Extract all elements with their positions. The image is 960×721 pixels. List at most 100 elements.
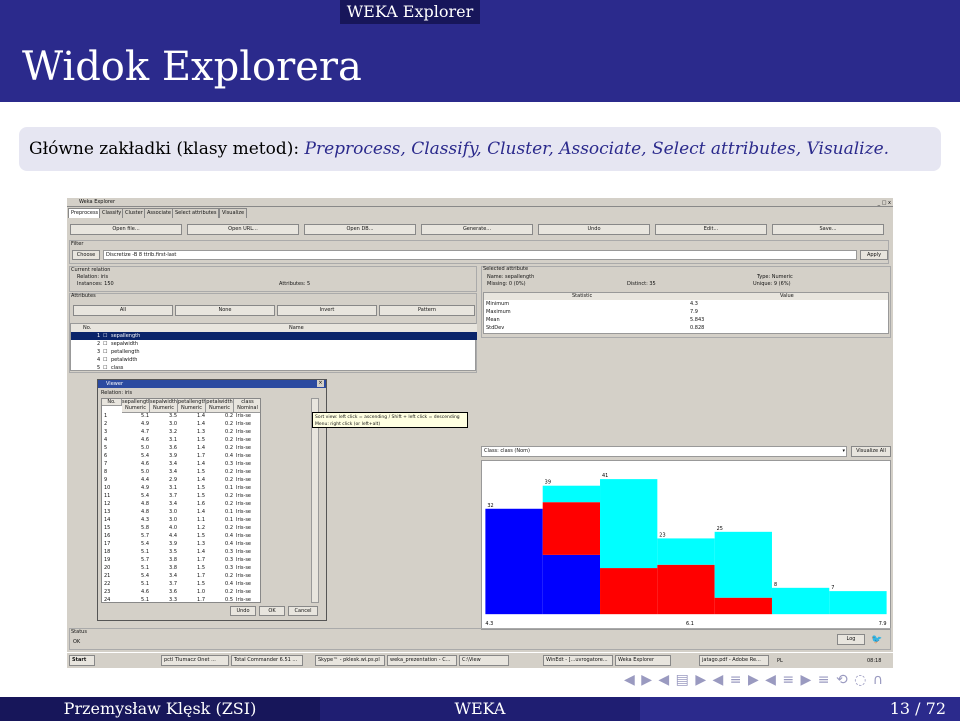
filter-field[interactable]: Discretize -B 8 ttrib.first-last: [103, 250, 857, 260]
viewer-cell[interactable]: 1.4: [180, 549, 205, 556]
viewer-cell[interactable]: 4.8: [124, 509, 149, 516]
viewer-cell[interactable]: 4.7: [124, 429, 149, 436]
table-row[interactable]: 5 ☐ class: [71, 364, 477, 372]
viewer-cell[interactable]: 1.4: [180, 421, 205, 428]
pattern-button[interactable]: Pattern: [379, 305, 475, 316]
taskbar-item[interactable]: C:\View: [459, 655, 509, 666]
viewer-cell[interactable]: 24: [104, 597, 121, 602]
start-button[interactable]: Start: [69, 655, 95, 666]
viewer-cell[interactable]: 1.4: [180, 413, 205, 420]
viewer-cell[interactable]: 4.6: [124, 437, 149, 444]
viewer-cell[interactable]: 2: [104, 421, 121, 428]
viewer-cell[interactable]: 9: [104, 477, 121, 484]
viewer-cell[interactable]: 1.4: [180, 461, 205, 468]
viewer-cell[interactable]: 4.6: [124, 589, 149, 596]
viewer-cell[interactable]: 18: [104, 549, 121, 556]
viewer-cell[interactable]: 3.4: [152, 501, 177, 508]
viewer-cell[interactable]: 20: [104, 565, 121, 572]
viewer-cell[interactable]: 0.2: [208, 525, 233, 532]
section-tab[interactable]: WEKA Explorer: [340, 0, 480, 24]
viewer-cell[interactable]: Iris-se: [236, 557, 260, 564]
generate-button[interactable]: Generate...: [421, 224, 533, 235]
viewer-cell[interactable]: 0.1: [208, 517, 233, 524]
viewer-cell[interactable]: 23: [104, 589, 121, 596]
viewer-cell[interactable]: 4: [104, 437, 121, 444]
viewer-cell[interactable]: 0.4: [208, 581, 233, 588]
none-button[interactable]: None: [175, 305, 275, 316]
language-indicator[interactable]: PL: [777, 658, 783, 664]
checkbox-icon[interactable]: ☐: [103, 340, 107, 348]
col-value[interactable]: Value: [780, 293, 794, 299]
viewer-cell[interactable]: Iris-se: [236, 477, 260, 484]
viewer-cell[interactable]: 0.2: [208, 469, 233, 476]
viewer-cell[interactable]: 1.4: [180, 477, 205, 484]
viewer-cell[interactable]: Iris-se: [236, 469, 260, 476]
viewer-cell[interactable]: 7: [104, 461, 121, 468]
viewer-cell[interactable]: 15: [104, 525, 121, 532]
viewer-cell[interactable]: 16: [104, 533, 121, 540]
viewer-cell[interactable]: Iris-se: [236, 565, 260, 572]
tab-associate[interactable]: Associate: [144, 208, 174, 218]
viewer-cell[interactable]: 5.0: [124, 445, 149, 452]
viewer-cell[interactable]: 5.4: [124, 493, 149, 500]
viewer-cell[interactable]: 11: [104, 493, 121, 500]
viewer-cell[interactable]: Iris-se: [236, 453, 260, 460]
table-row[interactable]: 2 ☐ sepalwidth: [71, 340, 477, 348]
viewer-cell[interactable]: 3.9: [152, 541, 177, 548]
viewer-cell[interactable]: 3.1: [152, 485, 177, 492]
viewer-cell[interactable]: Iris-se: [236, 493, 260, 500]
viewer-cell[interactable]: 0.4: [208, 533, 233, 540]
scrollbar[interactable]: [311, 398, 319, 603]
checkbox-icon[interactable]: ☐: [103, 348, 107, 356]
viewer-cell[interactable]: Iris-se: [236, 461, 260, 468]
viewer-cell[interactable]: 0.2: [208, 421, 233, 428]
tab-cluster[interactable]: Cluster: [122, 208, 146, 218]
taskbar-item[interactable]: Skype™ - pklesk.wi.ps.pl: [315, 655, 385, 666]
viewer-cell[interactable]: 1.5: [180, 437, 205, 444]
viewer-cell[interactable]: 1.7: [180, 453, 205, 460]
viewer-cell[interactable]: 2.9: [152, 477, 177, 484]
viewer-cell[interactable]: 3.8: [152, 565, 177, 572]
viewer-cell[interactable]: 3.5: [152, 413, 177, 420]
viewer-cell[interactable]: 14: [104, 517, 121, 524]
viewer-cell[interactable]: Iris-se: [236, 549, 260, 556]
viewer-cell[interactable]: 0.3: [208, 557, 233, 564]
viewer-cell[interactable]: 0.1: [208, 509, 233, 516]
viewer-cell[interactable]: Iris-se: [236, 485, 260, 492]
table-row[interactable]: 4 ☐ petalwidth: [71, 356, 477, 364]
viewer-cell[interactable]: Iris-se: [236, 589, 260, 596]
chevron-down-icon[interactable]: ▾: [842, 447, 845, 456]
viewer-cell[interactable]: Iris-se: [236, 437, 260, 444]
viewer-cell[interactable]: 5: [104, 445, 121, 452]
viewer-cell[interactable]: 4.9: [124, 485, 149, 492]
viewer-cell[interactable]: 3.4: [152, 461, 177, 468]
viewer-cell[interactable]: 1.7: [180, 597, 205, 602]
viewer-cell[interactable]: 6: [104, 453, 121, 460]
viewer-cell[interactable]: 0.2: [208, 477, 233, 484]
beamer-navigation-icons[interactable]: ◀ ▶ ◀ ▤ ▶ ◀ ≡ ▶ ◀ ≡ ▶ ≡ ⟲ ◌ ∩: [624, 672, 960, 692]
viewer-cell[interactable]: 0.2: [208, 589, 233, 596]
apply-button[interactable]: Apply: [860, 250, 888, 260]
viewer-cell[interactable]: 10: [104, 485, 121, 492]
viewer-cell[interactable]: 0.3: [208, 461, 233, 468]
viewer-cell[interactable]: 3.7: [152, 581, 177, 588]
viewer-cell[interactable]: 4.4: [152, 533, 177, 540]
viewer-cell[interactable]: 0.2: [208, 437, 233, 444]
taskbar-item[interactable]: weka_prezentation - C...: [387, 655, 457, 666]
open-url-button[interactable]: Open URL...: [187, 224, 299, 235]
viewer-cell[interactable]: 1.5: [180, 533, 205, 540]
viewer-cell[interactable]: 17: [104, 541, 121, 548]
viewer-cell[interactable]: 5.7: [124, 557, 149, 564]
open-file-button[interactable]: Open file...: [70, 224, 182, 235]
viewer-cell[interactable]: 0.2: [208, 501, 233, 508]
viewer-cell[interactable]: 3.4: [152, 469, 177, 476]
class-select[interactable]: Class: class (Nom) ▾: [481, 446, 847, 457]
viewer-cell[interactable]: 0.2: [208, 413, 233, 420]
viewer-cell[interactable]: 0.4: [208, 453, 233, 460]
viewer-cell[interactable]: 3.7: [152, 493, 177, 500]
viewer-cell[interactable]: Iris-se: [236, 573, 260, 580]
viewer-cell[interactable]: 5.1: [124, 549, 149, 556]
table-row[interactable]: 3 ☐ petallength: [71, 348, 477, 356]
viewer-cell[interactable]: 3.0: [152, 517, 177, 524]
checkbox-icon[interactable]: ☐: [103, 356, 107, 364]
